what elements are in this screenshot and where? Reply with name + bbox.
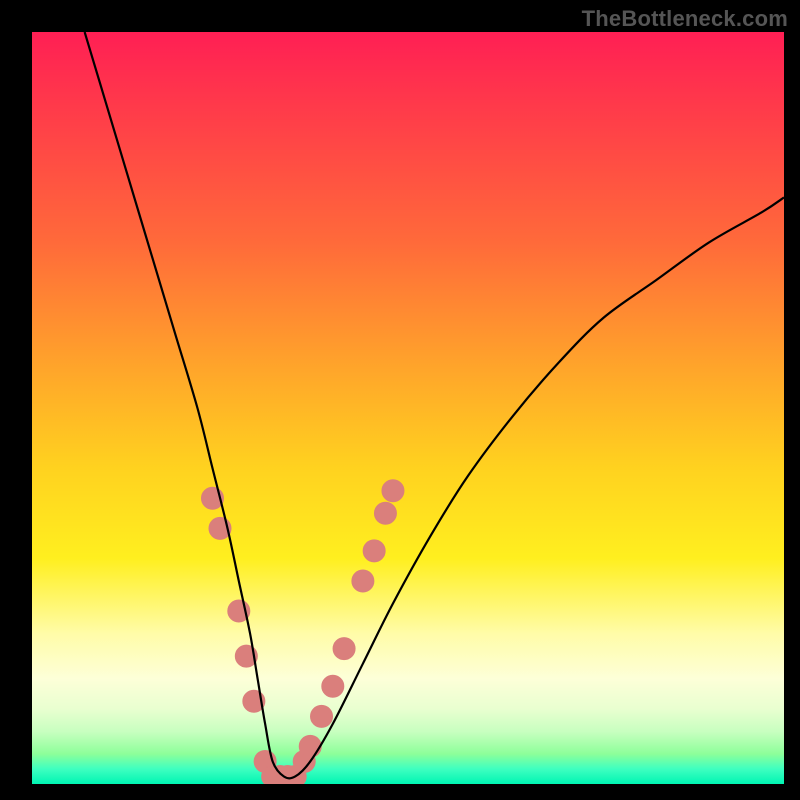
chart-frame: TheBottleneck.com: [0, 0, 800, 800]
chart-marker: [311, 705, 333, 727]
chart-marker: [333, 638, 355, 660]
chart-plot-area: [32, 32, 784, 784]
watermark-text: TheBottleneck.com: [582, 6, 788, 32]
chart-marker: [299, 735, 321, 757]
chart-marker: [382, 480, 404, 502]
chart-marker: [363, 540, 385, 562]
chart-curve: [85, 32, 784, 778]
chart-marker: [352, 570, 374, 592]
chart-svg: [32, 32, 784, 784]
chart-marker: [322, 675, 344, 697]
chart-marker: [374, 502, 396, 524]
chart-markers: [201, 480, 403, 784]
